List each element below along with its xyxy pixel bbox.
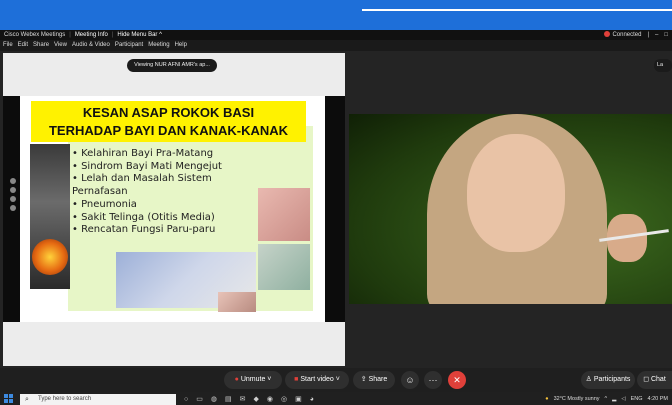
participant-video[interactable] [349, 114, 672, 304]
camera-off-icon: ■ [294, 376, 299, 383]
tool-icon[interactable] [10, 205, 16, 211]
menu-view[interactable]: View [54, 40, 67, 51]
connected-icon [604, 31, 611, 38]
participants-label: Participants [593, 376, 631, 383]
title-separator: | [111, 32, 114, 38]
baby-photo [218, 292, 256, 312]
cortana-icon[interactable]: ○ [184, 394, 188, 405]
slide-bullet: • Lelah dan Masalah Sistem [72, 173, 212, 185]
cigarette-ember-image [32, 239, 68, 275]
menu-meeting[interactable]: Meeting [148, 40, 169, 51]
menu-edit[interactable]: Edit [18, 40, 28, 51]
tool-icon[interactable] [10, 187, 16, 193]
dropbox-icon[interactable]: ◆ [253, 394, 258, 405]
slide-bullet: • Pneumonia [72, 198, 137, 210]
slide-bullet: • Kelahiran Bayi Pra-Matang [72, 148, 214, 159]
smiley-icon: ☺ [405, 375, 415, 385]
person-icon: ♙ [585, 376, 594, 383]
taskbar-pinned-apps: ○ ▭ ◍ ▤ ✉ ◆ ◉ ◎ ▣ ◕ [184, 394, 314, 405]
app-icon[interactable]: ◉ [267, 394, 273, 405]
menu-audio-video[interactable]: Audio & Video [72, 40, 110, 51]
webex-icon[interactable]: ▣ [295, 394, 302, 405]
title-separator: | [69, 32, 71, 38]
layout-button[interactable]: La [654, 59, 672, 72]
slide-bullet-list: • Kelahiran Bayi Pra-Matang • Sindrom Ba… [72, 148, 222, 237]
slide-title-line-1: KESAN ASAP ROKOK BASI [82, 105, 255, 120]
task-view-icon[interactable]: ▭ [196, 394, 203, 405]
weather-icon: ● [545, 396, 549, 402]
start-video-button[interactable]: ■ Start video ˅ [285, 371, 349, 389]
menu-participant[interactable]: Participant [115, 40, 143, 51]
baby-photo [258, 188, 310, 241]
slide-bullet: • Sindrom Bayi Mati Mengejut [72, 160, 222, 172]
top-blue-bar [0, 0, 672, 30]
baby-photo [258, 244, 310, 290]
connected-label: Connected [612, 32, 642, 38]
reactions-button[interactable]: ☺ [401, 371, 419, 389]
unmute-label: Unmute [240, 376, 266, 383]
tool-icon[interactable] [10, 196, 16, 202]
close-icon: ✕ [453, 375, 461, 385]
hide-menu-bar-button[interactable]: Hide Menu Bar ^ [117, 30, 162, 40]
file-explorer-icon[interactable]: ▤ [225, 394, 232, 405]
annotation-toolbar [8, 178, 18, 238]
search-icon: ⌕ [25, 396, 29, 403]
menu-help[interactable]: Help [175, 40, 187, 51]
presentation-slide: KESAN ASAP ROKOK BASI TERHADAP BAYI DAN … [20, 96, 325, 322]
start-video-label: Start video [300, 376, 334, 383]
meeting-info-button[interactable]: Meeting Info [75, 30, 108, 40]
chrome-icon[interactable]: ◕ [310, 394, 314, 405]
viewing-indicator[interactable]: Viewing NUR AFNI AMR's ap... [127, 59, 217, 72]
participant-face [467, 134, 565, 252]
maximize-icon[interactable]: □ [664, 30, 668, 40]
edge-icon[interactable]: ◎ [281, 394, 287, 405]
share-label: Share [368, 376, 388, 383]
window-controls: Connected | – □ [604, 30, 668, 40]
chat-label: Chat [650, 376, 666, 383]
more-icon: ⋯ [428, 375, 438, 385]
divider-icon: | [647, 32, 650, 38]
browser-icon[interactable]: ◍ [211, 394, 217, 405]
top-progress-line [362, 9, 672, 11]
mic-muted-icon: ● [234, 376, 239, 383]
mail-icon[interactable]: ✉ [240, 394, 246, 405]
connection-status: Connected [604, 30, 641, 40]
app-title: Cisco Webex Meetings [4, 32, 66, 38]
chat-button[interactable]: ◻ Chat [637, 371, 672, 389]
system-tray: ● 32°C Mostly sunny ^ ▂ ◁ ENG 4:20 PM [545, 394, 668, 405]
title-bar: Cisco Webex Meetings | Meeting Info | Hi… [0, 30, 672, 40]
search-placeholder: Type here to search [38, 396, 92, 402]
language-indicator[interactable]: ENG [631, 394, 643, 405]
minimize-icon[interactable]: – [655, 30, 658, 40]
volume-icon[interactable]: ◁ [621, 394, 625, 405]
slide-title-line-2: TERHADAP BAYI DAN KANAK-KANAK [48, 123, 289, 138]
end-meeting-button[interactable]: ✕ [448, 371, 466, 389]
network-icon[interactable]: ▂ [612, 394, 616, 405]
slide-title: KESAN ASAP ROKOK BASI TERHADAP BAYI DAN … [31, 101, 306, 142]
unmute-button[interactable]: ● Unmute ˅ [224, 371, 282, 389]
menu-bar: File Edit Share View Audio & Video Parti… [0, 40, 672, 51]
menu-file[interactable]: File [3, 40, 13, 51]
more-options-button[interactable]: ⋯ [424, 371, 442, 389]
chat-icon: ◻ [643, 376, 651, 383]
share-button[interactable]: ⇪ Share [353, 371, 395, 389]
slide-bullet: • Sakit Telinga (Otitis Media) [72, 211, 215, 223]
slide-bullet: Pernafasan [72, 186, 128, 198]
menu-share[interactable]: Share [33, 40, 49, 51]
weather-status[interactable]: 32°C Mostly sunny [554, 394, 600, 405]
windows-start-icon[interactable] [4, 393, 14, 404]
taskbar-search-input[interactable]: ⌕ Type here to search [20, 394, 176, 405]
clock[interactable]: 4:20 PM [648, 394, 668, 405]
share-icon: ⇪ [360, 376, 369, 383]
participants-button[interactable]: ♙ Participants [581, 371, 635, 389]
tool-icon[interactable] [10, 178, 16, 184]
slide-bullet: • Rencatan Fungsi Paru-paru [72, 224, 216, 236]
tray-chevron-icon[interactable]: ^ [605, 394, 608, 405]
